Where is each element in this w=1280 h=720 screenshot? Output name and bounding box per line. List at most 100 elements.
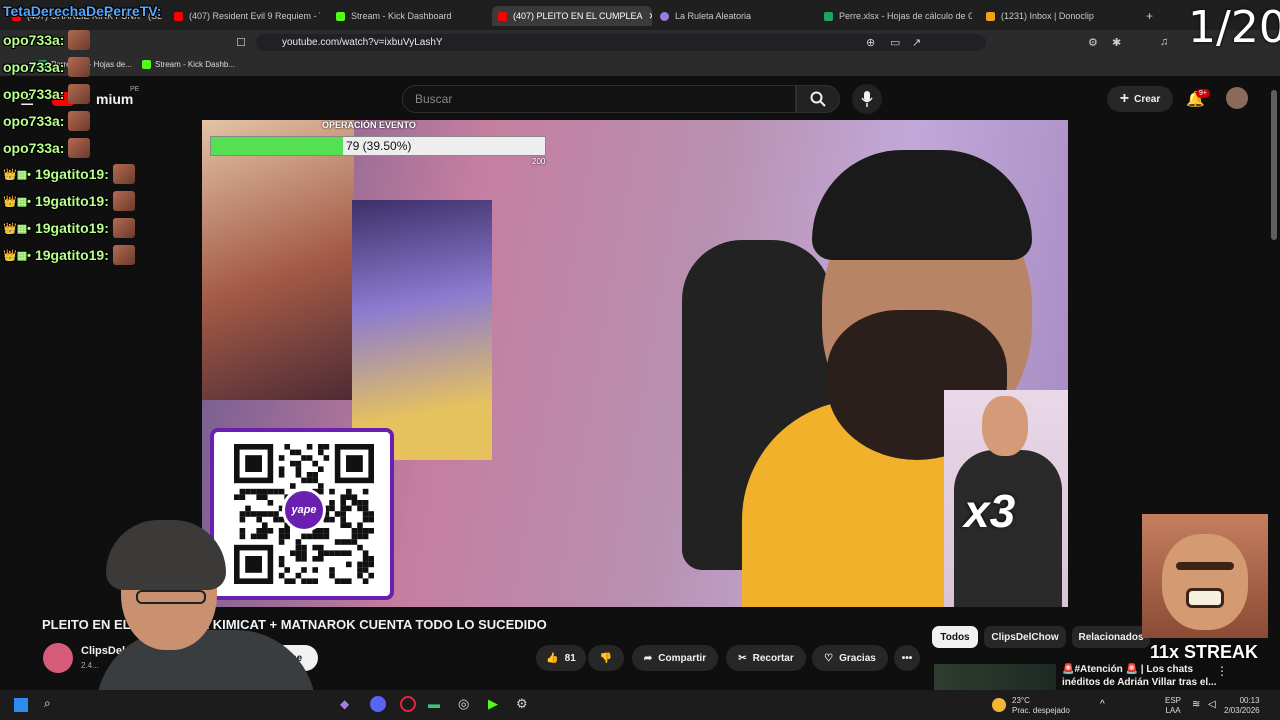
recommended-title[interactable]: 🚨#Atención 🚨 | Los chats inéditos de Adr… [1062, 663, 1222, 689]
qr-module [318, 483, 324, 489]
qr-module [346, 561, 352, 568]
qr-module [239, 511, 246, 517]
qr-module [278, 472, 285, 478]
qr-module [362, 578, 369, 584]
opera-icon[interactable] [400, 696, 416, 712]
app-icon[interactable]: ◆ [340, 697, 349, 711]
qr-module [351, 539, 358, 545]
qr-module [340, 539, 346, 545]
qr-module [306, 472, 313, 478]
chat-badges-icon: 👑▦• [3, 195, 31, 208]
yape-label: yape [291, 504, 317, 516]
qr-module [267, 488, 274, 495]
chevron-up-icon[interactable]: ^ [1100, 699, 1105, 710]
discord-icon[interactable] [370, 696, 386, 712]
chat-username: 19gatito19: [34, 166, 109, 182]
chip-label: Todos [940, 631, 970, 643]
language-indicator[interactable]: ESP LAA [1165, 696, 1181, 716]
chat-message: 👑▦• 19gatito19: [3, 245, 135, 265]
voice-search-button[interactable] [852, 84, 882, 114]
taskbar-search-icon[interactable]: ⌕ [44, 696, 51, 711]
weather-widget[interactable]: 23°C Prac. despejado [1012, 696, 1070, 716]
dislike-button[interactable]: 👎 [588, 645, 624, 671]
qr-module [340, 578, 346, 584]
wifi-icon[interactable]: ≋ [1192, 699, 1200, 710]
qr-module [346, 505, 352, 512]
like-button[interactable]: 👍 81 [536, 645, 586, 671]
qr-module [362, 488, 369, 495]
qr-module [362, 533, 369, 540]
avatar[interactable] [1226, 87, 1248, 109]
chip-clipsdelchow[interactable]: ClipsDelChow [984, 626, 1066, 648]
obs-icon[interactable]: ◎ [458, 696, 469, 712]
qr-finder [346, 455, 363, 472]
qr-module [357, 567, 363, 573]
chat-message: opo733a: [3, 30, 91, 50]
share-button[interactable]: ➦ Compartir [632, 645, 718, 671]
puzzle-icon[interactable]: ✱ [1112, 36, 1121, 49]
media-icon[interactable]: ♫ [1160, 36, 1168, 48]
chat-username: opo733a: [3, 32, 65, 48]
extension-icon[interactable]: ⚙ [1088, 36, 1098, 49]
zoom-icon[interactable]: ⊕ [866, 36, 875, 49]
kick-app-icon[interactable]: ▶ [488, 696, 498, 712]
tab-label: Stream - Kick Dashboard [351, 11, 452, 21]
tab-pleito-active[interactable]: (407) PLEITO EN EL CUMPLEA ✕ [492, 6, 652, 26]
share-icon[interactable]: ↗ [912, 36, 921, 49]
qr-module [351, 494, 358, 500]
url-field[interactable]: youtube.com/watch?v=ixbuVyLashY [256, 34, 986, 51]
clock[interactable]: 00:13 2/03/2026 [1224, 696, 1260, 716]
recommended-thumbnail[interactable] [934, 664, 1056, 690]
chat-emote-icon [112, 191, 135, 211]
tab-perre-sheet[interactable]: Perre.xlsx - Hojas de cálculo de Goog [824, 6, 972, 26]
qr-module [245, 488, 251, 495]
qr-module [340, 550, 346, 556]
scrollbar[interactable] [1271, 90, 1277, 240]
create-button[interactable]: + Crear [1107, 86, 1173, 112]
bookmark-icon[interactable]: ☐ [236, 36, 246, 49]
chat-badges-icon: 👑▦• [3, 249, 31, 262]
chat-message: opo733a: [3, 111, 91, 131]
chat-message: 👑▦• 19gatito19: [3, 164, 135, 184]
app-icon[interactable]: ▬ [428, 697, 440, 711]
chat-emote-icon [68, 138, 91, 158]
chat-emote-icon [68, 57, 91, 77]
chip-todos[interactable]: Todos [932, 626, 978, 648]
qr-module [245, 505, 251, 512]
lang-layout: LAA [1165, 706, 1181, 715]
tab-label: (1231) Inbox | Donoclip [1001, 11, 1094, 21]
chat-username: opo733a: [3, 113, 65, 129]
more-actions-button[interactable]: ••• [894, 645, 920, 671]
chip-relacionados[interactable]: Relacionados [1072, 626, 1150, 648]
steam-icon[interactable]: ⚙ [516, 696, 528, 712]
search-input[interactable]: Buscar [402, 85, 796, 113]
tab-ruleta[interactable]: La Ruleta Aleatoria [660, 6, 810, 26]
cap [812, 150, 1032, 260]
qr-module [340, 511, 346, 517]
thanks-button[interactable]: ♡ Gracias [812, 645, 888, 671]
tab-donoclip[interactable]: (1231) Inbox | Donoclip [986, 6, 1136, 26]
clip-button[interactable]: ✂ Recortar [726, 645, 806, 671]
laughing-face [1162, 534, 1248, 630]
qr-module [368, 561, 374, 568]
notification-badge: 9+ [1196, 89, 1210, 98]
qr-module [346, 550, 352, 556]
recommended-more-icon[interactable]: ⋮ [1216, 664, 1228, 678]
channel-avatar[interactable] [43, 643, 73, 673]
windows-start-icon[interactable] [14, 698, 28, 712]
chat-emote-icon [68, 111, 91, 131]
anime-poster [202, 120, 354, 400]
cast-icon[interactable]: ▭ [890, 36, 900, 49]
video-player[interactable]: OPERACIÓN EVENTO 79 (39.50%) 200 yape x3 [202, 120, 1068, 607]
tab-kick-dashboard[interactable]: Stream - Kick Dashboard [336, 6, 486, 26]
new-tab-button[interactable]: + [1146, 6, 1158, 26]
search-button[interactable] [796, 85, 840, 113]
heart-dollar-icon: ♡ [824, 652, 834, 664]
goal-title: OPERACIÓN EVENTO [322, 120, 416, 130]
qr-module [357, 500, 363, 506]
close-tab-icon[interactable]: ✕ [649, 11, 652, 22]
volume-icon[interactable]: ◁ [1208, 699, 1216, 710]
qr-module [357, 528, 363, 534]
qr-module [318, 556, 324, 562]
chat-badges-icon: 👑▦• [3, 168, 31, 181]
